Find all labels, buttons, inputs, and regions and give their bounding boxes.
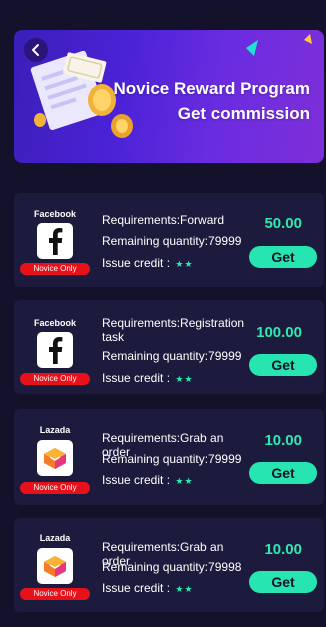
requirement-text: Requirements:Forward xyxy=(102,213,225,227)
banner-title-line1: Novice Reward Program xyxy=(113,79,310,98)
chevron-left-icon xyxy=(32,44,39,56)
remaining-quantity: Remaining quantity:79999 xyxy=(102,452,242,466)
get-button[interactable]: Get xyxy=(249,571,317,593)
banner-title: Novice Reward Program Get commission xyxy=(113,76,310,126)
decor-triangle-yellow xyxy=(304,34,312,44)
task-card: Lazada Novice Only Requirements:Grab an … xyxy=(14,409,324,505)
issue-credit: Issue credit : ★★ xyxy=(102,371,194,385)
task-card: Facebook Novice Only Requirements:Forwar… xyxy=(14,193,324,287)
decor-triangle-cyan xyxy=(246,40,258,56)
remaining-quantity: Remaining quantity:79998 xyxy=(102,560,242,574)
platform-name: Lazada xyxy=(39,533,71,543)
get-button[interactable]: Get xyxy=(249,246,317,268)
banner-title-line2: Get commission xyxy=(177,104,310,123)
novice-only-badge: Novice Only xyxy=(20,263,90,275)
issue-credit: Issue credit : ★★ xyxy=(102,581,194,595)
star-icon: ★★ xyxy=(175,584,194,594)
novice-only-badge: Novice Only xyxy=(20,373,90,385)
facebook-icon xyxy=(37,332,73,368)
get-button[interactable]: Get xyxy=(249,354,317,376)
reward-amount: 100.00 xyxy=(256,324,302,341)
remaining-quantity: Remaining quantity:79999 xyxy=(102,349,242,363)
lazada-icon xyxy=(37,548,73,584)
reward-amount: 50.00 xyxy=(264,215,302,232)
issue-credit-label: Issue credit : xyxy=(102,256,171,270)
star-icon: ★★ xyxy=(175,476,194,486)
platform-name: Lazada xyxy=(39,425,71,435)
back-button[interactable] xyxy=(24,38,48,62)
issue-credit-label: Issue credit : xyxy=(102,581,171,595)
lazada-icon xyxy=(37,440,73,476)
novice-only-badge: Novice Only xyxy=(20,588,90,600)
star-icon: ★★ xyxy=(175,374,194,384)
issue-credit: Issue credit : ★★ xyxy=(102,473,194,487)
star-icon: ★★ xyxy=(175,259,194,269)
remaining-quantity: Remaining quantity:79999 xyxy=(102,234,242,248)
novice-only-badge: Novice Only xyxy=(20,482,90,494)
platform-name: Facebook xyxy=(33,318,76,328)
reward-amount: 10.00 xyxy=(264,432,302,449)
promo-banner: Novice Reward Program Get commission xyxy=(14,30,324,163)
task-card: Facebook Novice Only Requirements:Regist… xyxy=(14,300,324,394)
facebook-icon xyxy=(37,223,73,259)
task-card: Lazada Novice Only Requirements:Grab an … xyxy=(14,518,324,612)
issue-credit-label: Issue credit : xyxy=(102,371,171,385)
issue-credit-label: Issue credit : xyxy=(102,473,171,487)
issue-credit: Issue credit : ★★ xyxy=(102,256,194,270)
platform-name: Facebook xyxy=(33,209,76,219)
reward-amount: 10.00 xyxy=(264,541,302,558)
get-button[interactable]: Get xyxy=(249,462,317,484)
requirement-text: Requirements:Registration task xyxy=(102,316,245,344)
